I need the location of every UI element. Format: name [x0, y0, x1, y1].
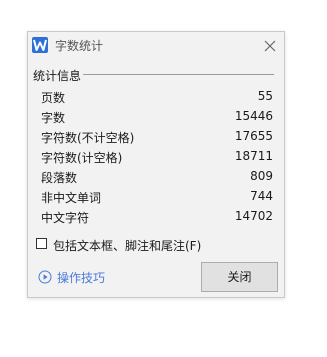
stat-row-chars-with-spaces: 字符数(计空格) 18711 [41, 147, 273, 167]
stat-value: 14702 [234, 209, 273, 223]
stat-value: 55 [257, 89, 273, 103]
stat-row-non-chinese-words: 非中文单词 744 [41, 187, 273, 207]
stat-value: 18711 [234, 149, 273, 163]
title-bar: 字数统计 [28, 32, 284, 59]
stats-list: 页数 55 字数 15446 字符数(不计空格) 17655 字符数(计空格) … [41, 87, 273, 227]
play-circle-icon [38, 270, 52, 284]
stat-value: 17655 [234, 129, 273, 143]
stat-value: 744 [250, 189, 273, 203]
stat-row-pages: 页数 55 [41, 87, 273, 107]
wps-writer-icon [32, 37, 48, 53]
stat-label: 中文字符 [41, 211, 90, 225]
stat-row-paragraphs: 段落数 809 [41, 167, 273, 187]
word-count-dialog: 字数统计 统计信息 页数 55 字数 15446 字符数(不计空格) 17655… [27, 31, 285, 298]
section-title: 统计信息 [33, 69, 82, 83]
stat-label: 页数 [41, 91, 66, 105]
section-divider [83, 74, 274, 75]
close-button[interactable]: 关闭 [201, 262, 278, 292]
include-textbox-checkbox[interactable] [36, 238, 47, 249]
close-icon[interactable] [263, 38, 277, 52]
stat-label: 字数 [41, 111, 66, 125]
stat-value: 809 [250, 169, 273, 183]
stat-label: 非中文单词 [41, 191, 102, 205]
tips-label[interactable]: 操作技巧 [57, 269, 105, 286]
stat-row-chars-no-spaces: 字符数(不计空格) 17655 [41, 127, 273, 147]
stat-label: 段落数 [41, 171, 78, 185]
stat-label: 字符数(不计空格) [41, 131, 135, 145]
stat-row-words: 字数 15446 [41, 107, 273, 127]
stat-label: 字符数(计空格) [41, 151, 123, 165]
include-textbox-label[interactable]: 包括文本框、脚注和尾注(F) [53, 237, 201, 254]
stat-row-chinese-chars: 中文字符 14702 [41, 207, 273, 227]
stat-value: 15446 [234, 109, 273, 123]
window-title: 字数统计 [55, 39, 104, 53]
